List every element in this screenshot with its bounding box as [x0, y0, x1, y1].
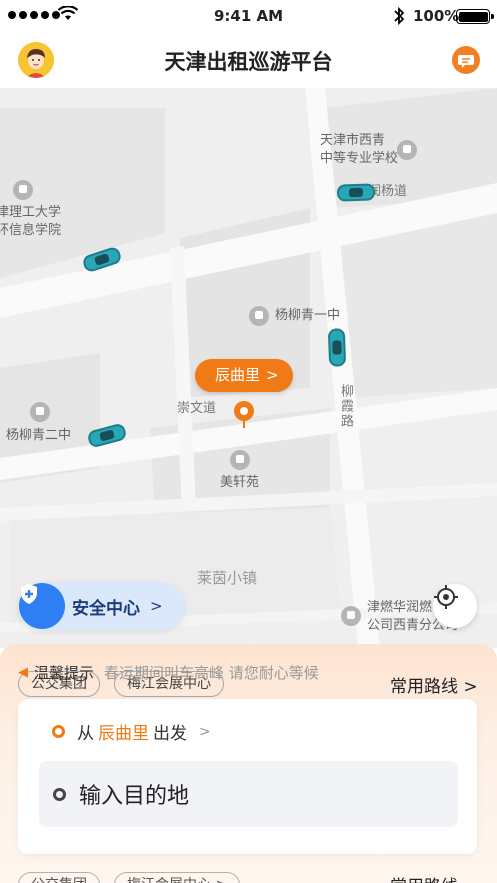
from-suffix: 出发 [153, 724, 187, 744]
from-place: 辰曲里 [98, 724, 149, 744]
bottom-sheet: 公交集团 梅江会展中心 ◀ 温馨提示 春运期间叫车高峰 请您耐心等候 常用路线 … [0, 644, 497, 883]
shield-icon [19, 583, 65, 629]
battery-icon [456, 9, 494, 24]
notice-text: 春运期间叫车高峰 请您耐心等候 [104, 664, 319, 682]
pickup-pin-stem [243, 420, 245, 428]
origin-dot-icon [52, 725, 65, 738]
nav-bar: 天津出租巡游平台 [0, 32, 497, 88]
chevron-right-icon: > [150, 597, 163, 615]
safety-center-button[interactable]: 安全中心 > [18, 582, 185, 630]
taxi-car-icon [327, 328, 347, 367]
ghost-chips: 公交集团 梅江会展中心 > [18, 872, 241, 883]
common-routes-link[interactable]: 常用路线 > [390, 672, 478, 697]
graduation-cap-icon [13, 180, 33, 200]
map[interactable]: 天津市西青 中等专业学校 润杨道 津理工大学 环信息学院 杨柳青一中 柳霞路 崇… [0, 88, 497, 648]
safety-center-label: 安全中心 [72, 598, 140, 619]
office-pin-icon [341, 606, 361, 626]
ghost-chip: 公交集团 [18, 872, 100, 883]
speaker-icon: ◀ [18, 665, 28, 680]
poi-yangliuqing-1[interactable]: 杨柳青一中 [275, 307, 340, 325]
status-bar: 9:41 AM 100% [0, 0, 497, 32]
home-pin-icon [230, 450, 250, 470]
trip-card: 从 辰曲里 出发 > 输入目的地 [18, 699, 477, 854]
page-title: 天津出租巡游平台 [164, 50, 333, 74]
message-button[interactable] [452, 46, 480, 74]
pickup-pin-icon [234, 401, 254, 421]
notice-bar: ◀ 温馨提示 春运期间叫车高峰 请您耐心等候 [18, 662, 319, 683]
crosshair-icon [434, 585, 458, 609]
notice-title: 温馨提示 [34, 664, 95, 682]
from-prefix: 从 [77, 724, 94, 744]
road-liulu: 柳霞路 [338, 384, 353, 429]
school-pin-icon [30, 402, 50, 422]
destination-dot-icon [53, 787, 66, 801]
message-icon [458, 55, 474, 68]
bluetooth-icon [394, 6, 405, 26]
poi-tech-college[interactable]: 津理工大学 环信息学院 [0, 204, 61, 240]
pickup-label: 辰曲里 [215, 366, 261, 384]
pickup-location-bubble[interactable]: 辰曲里 > [195, 359, 293, 392]
ghost-chip: 梅江会展中心 > [114, 872, 241, 883]
locate-button[interactable] [433, 584, 477, 628]
school-pin-icon [397, 140, 417, 160]
school-pin-icon [249, 306, 269, 326]
pickup-row[interactable]: 从 辰曲里 出发 > [52, 719, 211, 744]
taxi-car-icon [336, 183, 376, 202]
poi-laiyin[interactable]: 莱茵小镇 [197, 569, 257, 587]
poi-yangliuqing-2[interactable]: 杨柳青二中 [6, 427, 71, 445]
ghost-common-routes: 常用路线 [390, 872, 458, 883]
road-chongwen: 崇文道 [177, 401, 217, 416]
destination-input[interactable]: 输入目的地 [39, 761, 458, 827]
destination-placeholder: 输入目的地 [79, 784, 190, 809]
chevron-right-icon: > [266, 366, 279, 384]
chevron-right-icon: > [199, 723, 211, 740]
poi-meixuanyuan[interactable]: 美轩苑 [220, 474, 259, 492]
battery-percent: 100% [413, 7, 460, 25]
poi-school-xiqing[interactable]: 天津市西青 中等专业学校 [320, 132, 398, 168]
